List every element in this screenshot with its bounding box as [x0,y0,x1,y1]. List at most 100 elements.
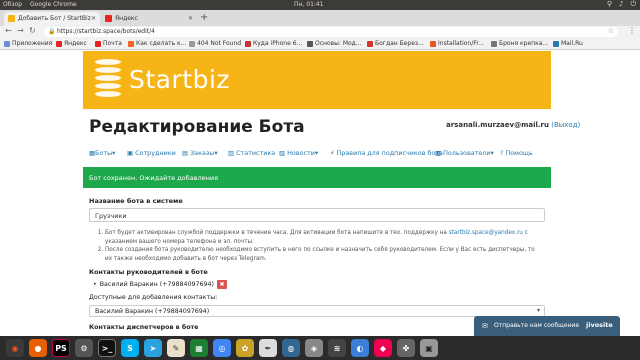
select-arrow-icon: ▾ [536,307,540,314]
dolphin-icon[interactable]: ◐ [351,339,369,357]
selected-contact: Василий Варакин (+79884097694) [95,308,210,315]
tab-title: Яндекс [115,15,138,22]
bookmark-yandex[interactable]: Яндекс [56,40,87,47]
nav-stats[interactable]: ▥ Статистика [228,149,275,157]
page-content: Startbiz Редактирование Бота arsanali.mu… [0,51,640,336]
site-icon [307,40,313,47]
notes-icon[interactable]: ✎ [167,339,185,357]
yandex-icon [56,40,62,47]
managers-label: Контакты руководителей в боте [89,269,208,276]
mail-icon [95,40,101,47]
ubuntu-icon [430,40,436,47]
user-email: arsanali.murzaev@mail.ru [446,121,549,129]
bookmark-installation[interactable]: Installation/Fr... [430,40,484,47]
phpstorm-icon[interactable]: PS [52,339,70,357]
chat-icon: ✉ [482,322,488,330]
bookmark-iphone[interactable]: Куда iPhone 6... [245,40,302,47]
mailru-icon [553,40,559,47]
vpn-icon[interactable]: ◈ [305,339,323,357]
staff-icon: ▣ [127,149,136,157]
chrome-icon[interactable]: ◎ [213,339,231,357]
sharing-icon[interactable]: ✤ [397,339,415,357]
close-tab-icon[interactable]: ✕ [90,15,96,22]
bookmark-basics[interactable]: Основы: Мод... [307,40,362,47]
tab-title: Добавить Бот / StartBiz [18,15,91,22]
spreadsheet-icon[interactable]: ▦ [190,339,208,357]
network-tool-icon[interactable]: ≋ [328,339,346,357]
clock[interactable]: Пн, 01:41 [294,1,324,8]
browser-menu-icon[interactable]: ⋮ [628,26,636,35]
os-top-bar: Обзор Google Chrome Пн, 01:41 ⚲ ♪ ⏻ [0,0,640,10]
nav-orders[interactable]: ▤ Заказы▾ [182,149,218,157]
support-email-link[interactable]: startbiz.space@yandex.ru [449,230,523,236]
yandex-favicon-icon [105,15,112,22]
bot-name-input[interactable]: Грузчики [89,208,545,222]
bookmark-404[interactable]: 404 Not Found [189,40,241,47]
nav-news[interactable]: ▧ Новости▾ [279,149,318,157]
close-tab-icon[interactable]: ✕ [188,15,193,22]
dispatchers-label: Контакты диспетчеров в боте [89,324,199,331]
page-title: Редактирование Бота [89,117,305,137]
chat-brand: jivosite [586,321,613,329]
bookmark-star-icon[interactable]: ☆ [608,27,614,35]
bot-name-label: Название бота в системе [89,197,183,205]
telegram-icon[interactable]: ➤ [144,339,162,357]
settings-icon[interactable]: ⚙ [75,339,93,357]
available-contacts-label: Доступные для добавления контакты: [89,294,218,301]
user-info: arsanali.murzaev@mail.ru (Выход) [446,121,580,129]
bookmark-mailru[interactable]: Mail.Ru [553,40,583,47]
success-alert: Бот сохранен. Ожидайте добавления [83,167,551,188]
remove-manager-button[interactable]: ✖ [216,280,227,289]
logout-link[interactable]: (Выход) [551,121,580,129]
ubuntu-icon[interactable]: ◉ [6,339,24,357]
address-bar[interactable]: 🔒 https://startbiz.space/bots/edit/4 ☆ [44,27,618,37]
instructions: Бот будет активирован службой поддержки … [97,229,537,263]
skype-icon[interactable]: S [121,339,139,357]
bookmark-armor[interactable]: Броня крепка... [491,40,548,47]
back-icon[interactable]: ← [5,26,12,35]
active-app-label[interactable]: Google Chrome [30,1,77,8]
logo-text[interactable]: Startbiz [129,65,230,94]
nav-bots[interactable]: ▦Боты▾ [89,149,115,157]
news-icon: ▧ [279,149,288,157]
url-text[interactable]: https://startbiz.space/bots/edit/4 [57,28,155,35]
coins-logo-icon [95,59,121,97]
bookmark-apps[interactable]: Приложения [4,40,52,47]
nav-rules[interactable]: ⚡ Правила для подписчиков бота [330,149,443,157]
git-icon[interactable]: ◆ [374,339,392,357]
site-icon [128,40,134,47]
orders-icon: ▤ [182,149,191,157]
users-icon: ▩ [435,149,444,157]
activities-button[interactable]: Обзор [3,1,22,8]
app-icon[interactable]: ▣ [420,339,438,357]
nav-help[interactable]: ? Помощь [500,149,533,157]
nav-staff[interactable]: ▣ Сотрудники [127,149,176,157]
chat-label: Отправьте нам сообщение [494,322,580,329]
video-icon [367,40,373,47]
new-tab-button[interactable]: + [200,12,208,23]
terminal-icon[interactable]: >_ [98,339,116,357]
manager-contact: Василий Варакин (+79884097694) [99,281,214,288]
page-icon [189,40,195,47]
forward-icon[interactable]: → [17,26,24,35]
tab-yandex[interactable]: Яндекс ✕ [101,12,197,26]
system-tray[interactable]: ⚲ ♪ ⏻ [607,0,636,9]
bookmarks-bar: Приложения Яндекс Почта Как сделать к...… [0,38,640,50]
inkscape-icon[interactable]: ✒ [259,339,277,357]
toolbar: ← → ↻ 🔒 https://startbiz.space/bots/edit… [0,26,640,38]
bullet: • [93,281,97,288]
main-nav: ▦Боты▾ ▣ Сотрудники ▤ Заказы▾ ▥ Статисти… [89,149,549,159]
nav-users[interactable]: ▩ Пользователи▾ [435,149,494,157]
bookmark-how-to[interactable]: Как сделать к... [128,40,186,47]
instruction-2: После создания бота руководителю необход… [105,246,537,263]
firefox-icon[interactable]: ● [29,339,47,357]
bookmark-mail[interactable]: Почта [95,40,122,47]
chat-widget[interactable]: ✉ Отправьте нам сообщение jivosite [474,316,620,336]
reload-icon[interactable]: ↻ [29,26,36,35]
bookmark-bogdan[interactable]: Богдан Берез... [367,40,424,47]
tab-startbiz[interactable]: Добавить Бот / StartBiz ✕ [4,12,100,26]
volume-icon: ♪ [618,0,624,8]
gimp-icon[interactable]: ✿ [236,339,254,357]
taskbar: ◉ ● PS ⚙ >_ S ➤ ✎ ▦ ◎ ✿ ✒ ◍ ◈ ≋ ◐ ◆ ✤ ▣ [0,336,640,360]
database-icon[interactable]: ◍ [282,339,300,357]
